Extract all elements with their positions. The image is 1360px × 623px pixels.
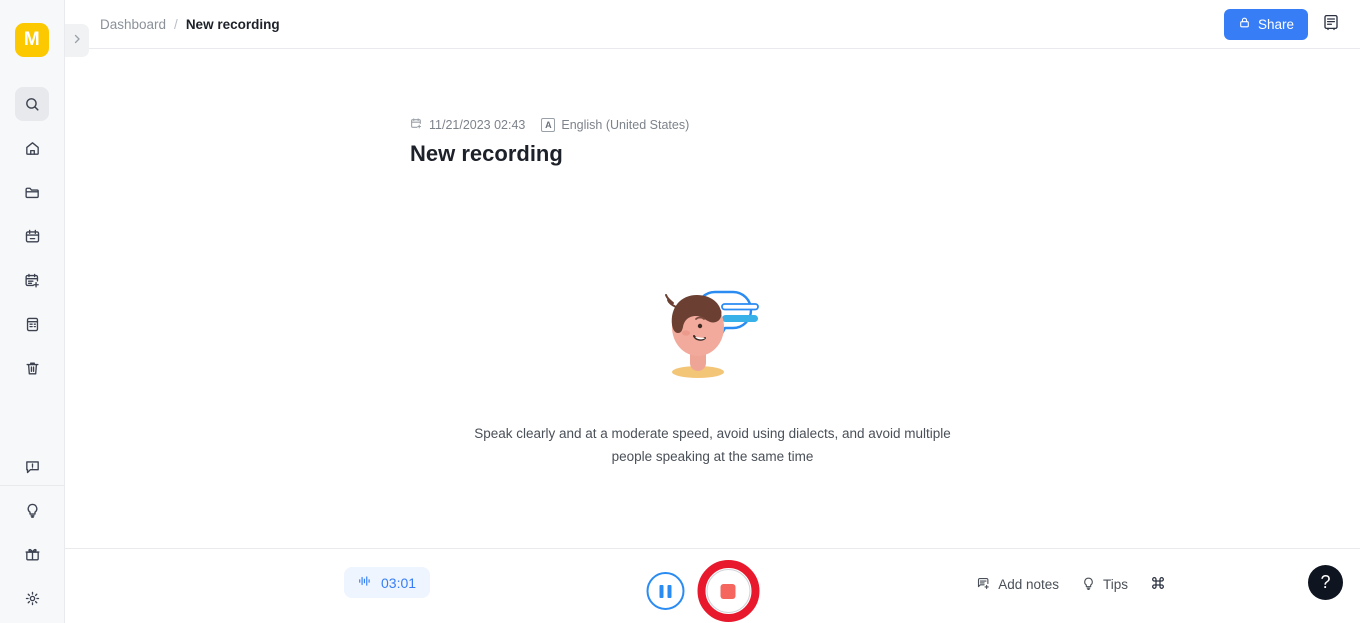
gear-icon	[24, 590, 41, 607]
keyboard-shortcuts-button[interactable]	[1150, 575, 1166, 594]
sidebar-item-feedback[interactable]	[15, 449, 49, 483]
question-mark-icon: ?	[1320, 572, 1331, 592]
sidebar-item-calendar[interactable]	[15, 219, 49, 253]
add-notes-button[interactable]: Add notes	[976, 576, 1059, 594]
recording-controls-bar: 03:01 Add notes Tips ?	[65, 548, 1360, 623]
tips-label: Tips	[1102, 577, 1128, 592]
feedback-bubble-icon	[24, 458, 41, 475]
search-icon	[24, 96, 41, 113]
lightbulb-icon	[24, 502, 41, 519]
person-speaking-illustration	[658, 279, 768, 384]
content-area: 11/21/2023 02:43 A English (United State…	[65, 49, 1360, 548]
main-area: Dashboard / New recording Share 11/21/20…	[65, 0, 1360, 623]
secondary-actions: Add notes Tips	[976, 575, 1166, 594]
sidebar-item-home[interactable]	[15, 131, 49, 165]
calendar-plus-icon	[410, 117, 423, 133]
recording-timer: 03:01	[344, 567, 431, 598]
sidebar-item-new-meeting[interactable]	[15, 263, 49, 297]
page-title: New recording	[410, 141, 563, 166]
breadcrumb-separator: /	[174, 16, 178, 32]
command-key-icon	[1150, 575, 1166, 594]
breadcrumb-current: New recording	[185, 16, 280, 32]
breadcrumb: Dashboard / New recording	[100, 17, 280, 32]
gift-icon	[24, 546, 41, 563]
waveform-icon	[358, 574, 372, 591]
home-icon	[24, 140, 41, 157]
app-root: M Dashboard / New recording Share 11/21/…	[0, 0, 1360, 623]
recording-date-label: 11/21/2023 02:43	[429, 118, 526, 132]
note-plus-icon	[976, 576, 991, 594]
sidebar-expand-button[interactable]	[65, 24, 89, 57]
breadcrumb-dashboard[interactable]: Dashboard	[100, 17, 166, 32]
calendar-icon	[24, 228, 41, 245]
sidebar-nav-bottom	[0, 449, 64, 615]
chevron-right-icon	[71, 32, 83, 50]
topbar: Dashboard / New recording Share	[65, 0, 1360, 57]
recording-timer-label: 03:01	[381, 574, 417, 591]
stop-icon	[706, 569, 750, 613]
add-notes-label: Add notes	[998, 577, 1059, 592]
pause-button[interactable]	[646, 572, 684, 610]
recording-language: A English (United States)	[541, 118, 689, 132]
sidebar-nav-top	[15, 87, 49, 385]
notes-panel-button[interactable]	[1322, 13, 1340, 36]
sidebar-item-settings[interactable]	[15, 581, 49, 615]
transport-controls	[646, 560, 759, 622]
calendar-plus-icon	[24, 272, 41, 289]
share-button[interactable]: Share	[1223, 8, 1308, 40]
sidebar-item-folder[interactable]	[15, 175, 49, 209]
language-icon: A	[541, 118, 556, 132]
app-logo[interactable]: M	[15, 23, 49, 57]
trash-icon	[24, 360, 41, 377]
notes-panel-icon	[1322, 13, 1340, 36]
lightbulb-icon	[1081, 576, 1096, 594]
recording-stage: Speak clearly and at a moderate speed, a…	[65, 279, 1360, 468]
sidebar-item-trash[interactable]	[15, 351, 49, 385]
help-button[interactable]: ?	[1308, 565, 1343, 600]
tips-button[interactable]: Tips	[1081, 576, 1128, 594]
recording-meta: 11/21/2023 02:43 A English (United State…	[410, 117, 689, 133]
sidebar-item-search[interactable]	[15, 87, 49, 121]
folder-icon	[24, 184, 41, 201]
recording-language-label: English (United States)	[561, 118, 690, 132]
document-list-icon	[24, 316, 41, 333]
pause-icon	[659, 584, 671, 598]
sidebar-item-rewards[interactable]	[15, 537, 49, 571]
recording-hint: Speak clearly and at a moderate speed, a…	[474, 426, 951, 464]
sidebar-item-notes[interactable]	[15, 307, 49, 341]
stop-recording-button[interactable]	[697, 560, 759, 622]
share-button-label: Share	[1257, 16, 1294, 32]
sidebar: M	[0, 0, 65, 623]
topbar-actions: Share	[1223, 8, 1340, 40]
recording-date: 11/21/2023 02:43	[410, 117, 525, 133]
lock-icon	[1238, 16, 1251, 32]
sidebar-item-whats-new[interactable]	[15, 493, 49, 527]
